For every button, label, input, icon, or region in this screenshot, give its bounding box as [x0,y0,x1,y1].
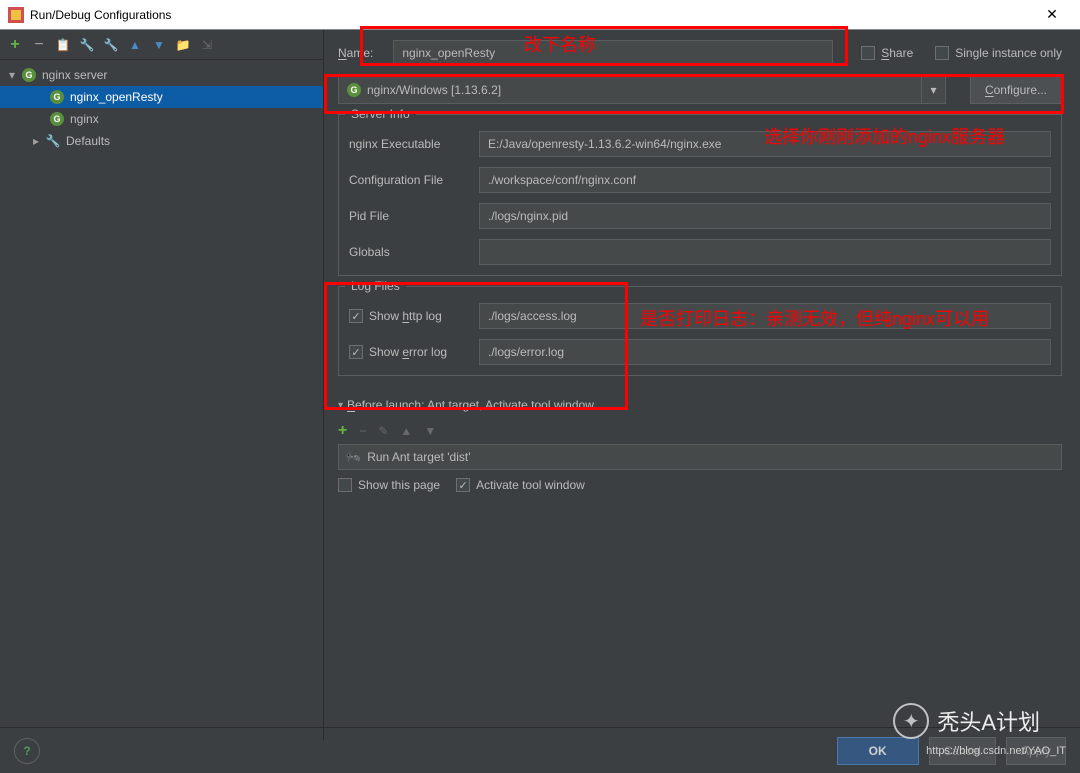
globals-label: Globals [349,245,479,259]
settings-icon[interactable]: 🔧 [80,38,94,52]
tree-root[interactable]: ▾ G nginx server [0,64,323,86]
close-icon[interactable]: ✕ [1032,6,1072,23]
tree-item-nginx[interactable]: G nginx [0,108,323,130]
server-info-legend: Server Info [345,107,416,121]
copy-config-icon[interactable]: 📋 [56,38,70,52]
app-icon [8,7,24,23]
share-checkbox[interactable]: Share [861,46,913,60]
configure-button[interactable]: Configure... [970,76,1062,104]
move-up-icon[interactable]: ▲ [128,38,142,52]
expand-icon[interactable]: ▸ [30,134,42,148]
wechat-icon: ✦ [893,703,929,739]
collapse-icon[interactable]: ▾ [338,400,343,411]
activate-tool-window-checkbox[interactable]: Activate tool window [456,478,585,492]
checkbox-icon [861,46,875,60]
checkbox-icon [338,478,352,492]
error-log-input[interactable] [479,339,1051,365]
tree-item-openresty[interactable]: G nginx_openResty [0,86,323,108]
config-editor: Name: Share Single instance only G nginx… [324,30,1080,740]
show-this-page-checkbox[interactable]: Show this page [338,478,440,492]
defaults-label: Defaults [66,134,110,148]
name-input[interactable] [393,40,833,66]
watermark-text: 秃头A计划 [937,705,1040,737]
server-dropdown-label: nginx/Windows [1.13.6.2] [367,83,501,97]
folder-icon[interactable]: 📁 [176,38,190,52]
before-launch-toolbar: + − ✎ ▲ ▼ [338,418,1062,444]
pid-file-input[interactable] [479,203,1051,229]
add-task-icon[interactable]: + [338,422,347,440]
move-down-icon[interactable]: ▼ [424,424,436,438]
server-dropdown[interactable]: G nginx/Windows [1.13.6.2] ▾ [338,76,946,104]
nginx-type-icon: G [50,112,64,126]
pid-file-label: Pid File [349,209,479,223]
checkbox-icon [456,478,470,492]
sidebar: + − 📋 🔧 🔧 ▲ ▼ 📁 ⇲ ▾ G nginx server G ngi… [0,30,324,740]
edit-defaults-icon[interactable]: 🔧 [104,38,118,52]
titlebar: Run/Debug Configurations ✕ [0,0,1080,30]
tree-item-label: nginx [70,112,99,126]
remove-task-icon[interactable]: − [359,424,366,438]
move-down-icon[interactable]: ▼ [152,38,166,52]
move-up-icon[interactable]: ▲ [400,424,412,438]
annotation-text-1: 改下名称 [524,34,596,57]
single-instance-checkbox[interactable]: Single instance only [935,46,1062,60]
nginx-exec-label: nginx Executable [349,137,479,151]
name-label: Name: [338,46,373,60]
sidebar-toolbar: + − 📋 🔧 🔧 ▲ ▼ 📁 ⇲ [0,30,323,60]
tree-root-label: nginx server [42,68,107,82]
annotation-text-2: 选择你刚刚添加的nginx服务器 [764,126,1044,149]
nginx-type-icon: G [347,83,361,97]
globals-input[interactable] [479,239,1051,265]
expand-icon[interactable]: ▾ [6,68,18,82]
tree-defaults[interactable]: ▸ 🔧 Defaults [0,130,323,152]
ok-button[interactable]: OK [837,737,919,765]
show-error-log-checkbox[interactable]: Show error log [349,345,479,359]
config-tree: ▾ G nginx server G nginx_openResty G ngi… [0,60,323,740]
show-http-log-checkbox[interactable]: Show http log [349,309,479,323]
before-launch-group: ▾ Before launch: Ant target, Activate to… [338,398,1062,492]
checkbox-icon [935,46,949,60]
window-title: Run/Debug Configurations [30,8,1032,22]
annotation-text-3: 是否打印日志：亲测无效，但纯nginx可以用 [640,308,1000,331]
checkbox-icon [349,309,363,323]
help-button[interactable]: ? [14,738,40,764]
remove-config-icon[interactable]: − [32,36,46,54]
log-files-legend: Log Files [345,279,406,293]
chevron-down-icon[interactable]: ▾ [921,77,945,103]
wrench-icon: 🔧 [46,134,60,148]
watermark-url: https://blog.csdn.net/YAO_IT [926,745,1066,757]
watermark: ✦ 秃头A计划 [893,703,1040,739]
conf-file-label: Configuration File [349,173,479,187]
before-launch-item-label: Run Ant target 'dist' [367,450,470,464]
checkbox-icon [349,345,363,359]
nginx-type-icon: G [22,68,36,82]
nginx-type-icon: G [50,90,64,104]
edit-task-icon[interactable]: ✎ [378,424,388,438]
ant-icon: 🐜 [345,449,361,465]
conf-file-input[interactable] [479,167,1051,193]
collapse-icon[interactable]: ⇲ [200,38,214,52]
tree-item-label: nginx_openResty [70,90,163,104]
single-instance-label: Single instance only [955,46,1062,60]
add-config-icon[interactable]: + [8,36,22,54]
before-launch-title[interactable]: ▾ Before launch: Ant target, Activate to… [338,398,1062,412]
before-launch-item[interactable]: 🐜 Run Ant target 'dist' [338,444,1062,470]
